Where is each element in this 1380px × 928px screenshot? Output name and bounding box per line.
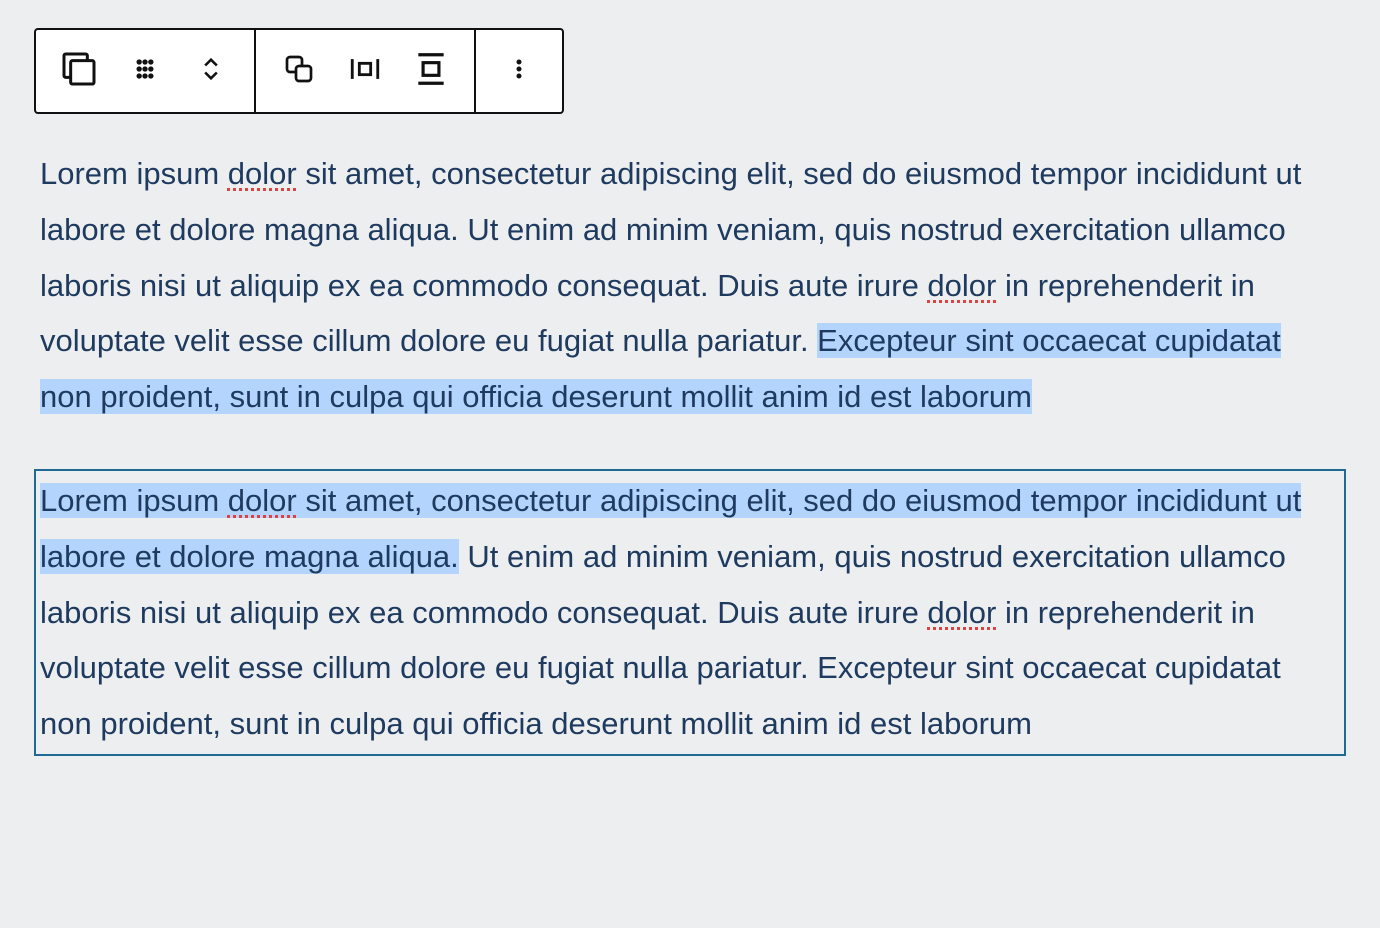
selected-spellcheck-word: dolor [228,483,297,518]
dots-vertical-icon [507,51,531,92]
move-up-down-button[interactable] [178,30,244,112]
paragraph-block-icon [59,49,99,94]
toolbar-group-1 [36,30,254,112]
block-toolbar [34,28,564,114]
selected-text: Lorem ipsum [40,483,228,518]
toolbar-group-3 [474,30,562,112]
wide-width-icon [346,52,384,91]
toolbar-group-2 [254,30,474,112]
transform-button[interactable] [266,30,332,112]
paragraph-block-1[interactable]: Lorem ipsum dolor sit amet, consectetur … [34,142,1346,429]
chevron-up-down-icon [197,49,225,94]
full-width-icon [412,50,450,93]
full-width-button[interactable] [398,30,464,112]
spellcheck-word: dolor [228,156,297,191]
spellcheck-word: dolor [927,595,996,630]
transform-icon [281,51,317,92]
text-run: Lorem ipsum [40,156,228,191]
block-type-button[interactable] [46,30,112,112]
spellcheck-word: dolor [927,268,996,303]
more-options-button[interactable] [486,30,552,112]
drag-handle-button[interactable] [112,30,178,112]
editor-canvas: Lorem ipsum dolor sit amet, consectetur … [0,0,1380,784]
wide-width-button[interactable] [332,30,398,112]
paragraph-block-2[interactable]: Lorem ipsum dolor sit amet, consectetur … [34,469,1346,756]
drag-handle-icon [131,55,159,88]
